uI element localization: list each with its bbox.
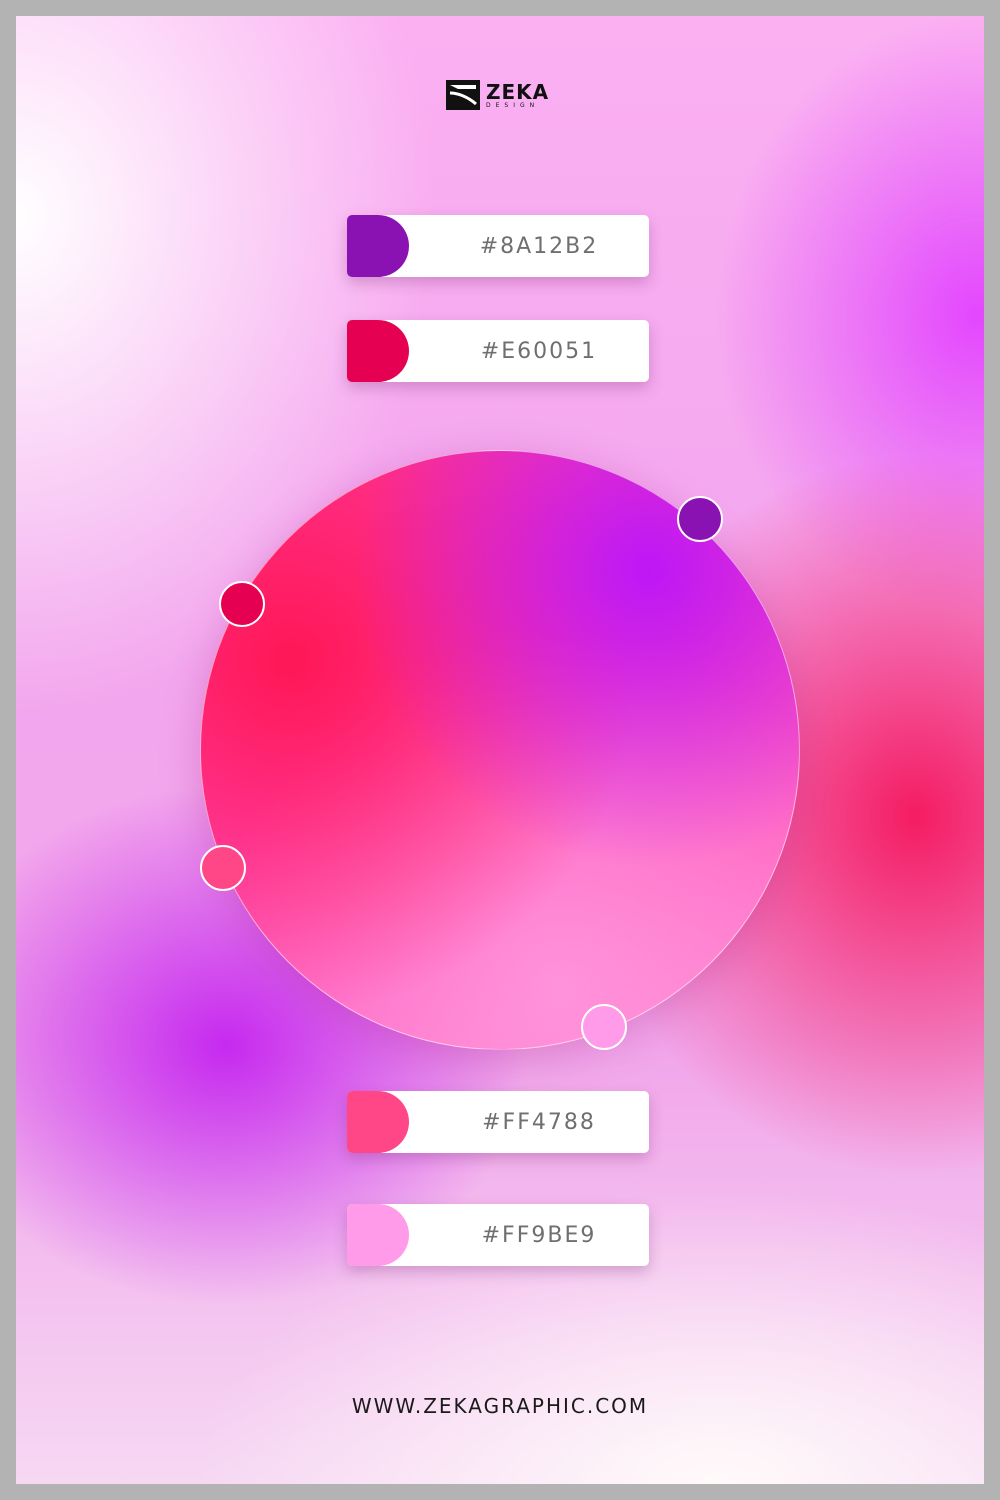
hex-code-label: #8A12B2 bbox=[479, 233, 599, 259]
color-swatch-card: #E60051 bbox=[347, 320, 649, 382]
color-chip bbox=[347, 1091, 409, 1153]
color-swatch-card: #8A12B2 bbox=[347, 215, 649, 277]
hex-code-label: #FF4788 bbox=[482, 1109, 596, 1135]
color-dot bbox=[677, 496, 723, 542]
zeka-design-logo: ZEKA DESIGN bbox=[446, 80, 549, 110]
logo-sub-text: DESIGN bbox=[486, 101, 540, 109]
gradient-circle bbox=[200, 450, 800, 1050]
hex-code-label: #FF9BE9 bbox=[481, 1222, 597, 1248]
color-swatch-card: #FF4788 bbox=[347, 1091, 649, 1153]
color-dot bbox=[581, 1004, 627, 1050]
color-chip bbox=[347, 215, 409, 277]
color-dot bbox=[200, 845, 246, 891]
color-chip bbox=[347, 320, 409, 382]
zeka-logo-mark-icon bbox=[446, 80, 480, 110]
logo-wordmark: ZEKA DESIGN bbox=[486, 82, 549, 109]
website-url: WWW.ZEKAGRAPHIC.COM bbox=[351, 1394, 649, 1418]
palette-poster: ZEKA DESIGN #8A12B2 #E60051 #FF4788 #FF9… bbox=[16, 16, 984, 1484]
logo-main-text: ZEKA bbox=[486, 79, 550, 104]
color-chip bbox=[347, 1204, 409, 1266]
hex-code-label: #E60051 bbox=[480, 338, 598, 364]
color-dot bbox=[219, 581, 265, 627]
color-swatch-card: #FF9BE9 bbox=[347, 1204, 649, 1266]
